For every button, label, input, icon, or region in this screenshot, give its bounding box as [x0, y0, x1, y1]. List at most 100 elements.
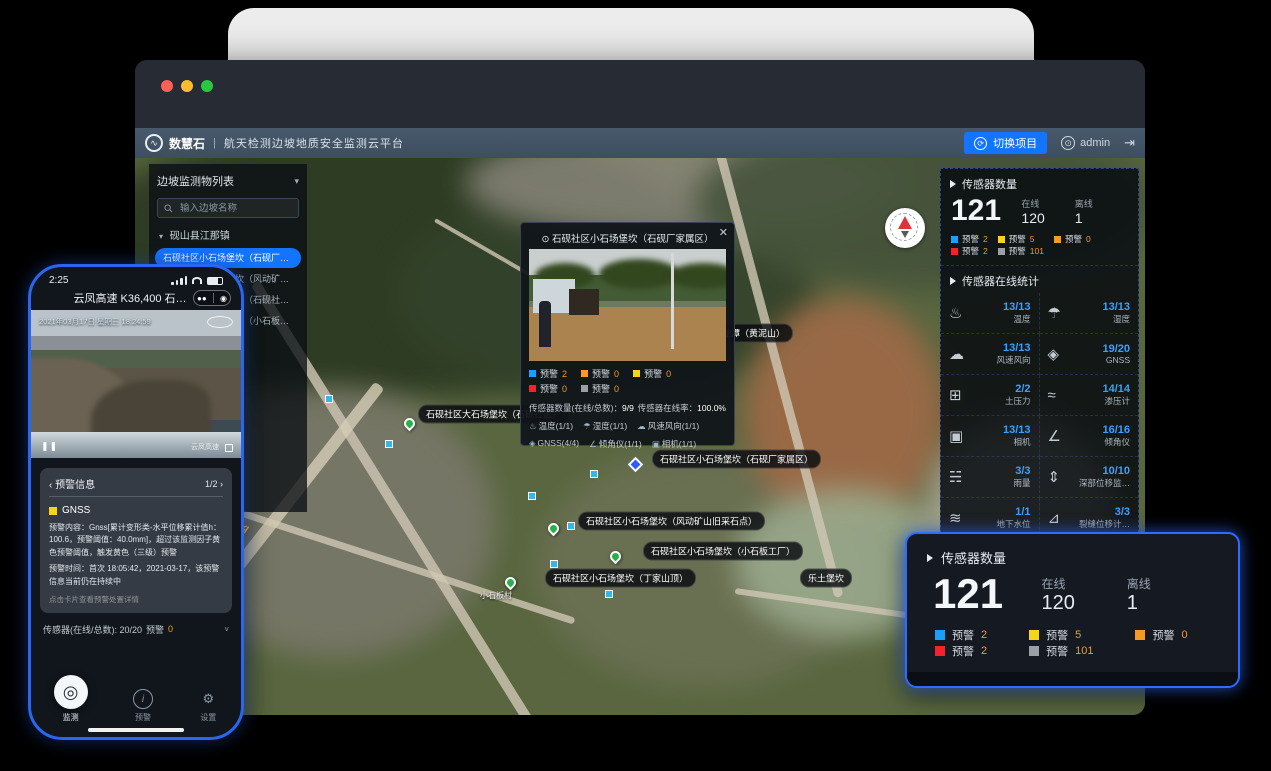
username: admin: [1080, 137, 1110, 149]
callout-alert-value: 2: [981, 629, 987, 641]
sensor-type-count: 2/2: [1005, 383, 1031, 395]
search-input[interactable]: [178, 202, 292, 215]
sensor-type-text: 3/3裂缝位移计…: [1079, 506, 1130, 530]
close-icon[interactable]: ✕: [719, 226, 728, 239]
sensor-chip: ♨温度(1/1): [529, 420, 573, 432]
map-pin-marker[interactable]: [503, 575, 519, 591]
sensor-type-cell-[interactable]: ☂ 13/13湿度: [1040, 293, 1139, 334]
sensor-type-text: 13/13风速风向: [996, 342, 1030, 366]
popup-alert-entry: 预警0: [581, 367, 619, 380]
popup-legend-column: 预警0: [633, 367, 671, 395]
online-count: 120: [1021, 210, 1074, 226]
sensor-type-cell-[interactable]: ⊞ 2/2土压力: [941, 375, 1040, 416]
slope-search-box[interactable]: [157, 198, 299, 218]
alert-prev-and-title[interactable]: ‹ 预警信息: [49, 476, 95, 491]
sensor-type-cell-GNSS[interactable]: ◈19/20GNSS: [1040, 334, 1139, 375]
chevron-down-icon[interactable]: ˅: [224, 625, 229, 634]
traffic-light-buttons[interactable]: [161, 80, 213, 92]
slope-detail-popup: ✕ ⊙ 石砚社区小石场堡坎（石砚厂家属区） 预警2预警0预警0预警0预警0 传感…: [520, 222, 735, 446]
online-stats-panel-header[interactable]: 传感器在线统计: [941, 266, 1138, 293]
sensor-count-panel-header[interactable]: 传感器数量: [941, 169, 1138, 196]
online-rate-value: 100.0%: [697, 403, 726, 413]
phone-tab-bar: ◎监测 i预警 ⚙设置: [31, 675, 241, 723]
compass-control[interactable]: [885, 208, 925, 248]
map-sensor-square-marker[interactable]: [528, 492, 536, 500]
sensor-type-cell-[interactable]: ♨13/13温度: [941, 293, 1040, 334]
sensor-type-count: 13/13: [996, 342, 1030, 354]
header-separator: |: [213, 137, 216, 149]
triangle-right-icon: [950, 180, 956, 188]
miniprogram-capsule[interactable]: ●● ◉: [193, 290, 231, 306]
callout-footer-strip: [907, 672, 1238, 686]
pause-button[interactable]: ❚❚: [41, 441, 58, 452]
alert-time-text: 预警时间：首次 18:05:42，2021-03-17，该预警信息当前仍在持续中: [49, 563, 223, 588]
traffic-light-zoom[interactable]: [201, 80, 213, 92]
brand-name: 数慧石: [169, 135, 205, 152]
map-sensor-square-marker[interactable]: [605, 590, 613, 598]
traffic-light-minimize[interactable]: [181, 80, 193, 92]
设置-tab-icon: ⚙: [198, 689, 218, 709]
sensor-type-count: 3/3: [1079, 506, 1130, 518]
more-dots-icon[interactable]: ●●: [197, 294, 207, 303]
sensor-panel-alert-label: 预警: [962, 245, 979, 257]
sensor-count-title: 传感器数量: [962, 176, 1017, 192]
popup-alert-value: 0: [614, 384, 619, 394]
sensor-count-row: 121 在线 120 离线 1: [941, 196, 1138, 226]
popup-alert-entry: 预警2: [529, 367, 567, 380]
home-indicator[interactable]: [88, 728, 184, 732]
photo-tree: [669, 263, 726, 289]
map-sensor-square-marker[interactable]: [550, 560, 558, 568]
popup-alert-entry: 预警0: [529, 382, 567, 395]
sensor-panel-alert-entry: 预警5: [998, 233, 1044, 245]
fullscreen-icon[interactable]: [225, 444, 233, 452]
user-avatar-icon: ⊙: [1061, 136, 1075, 150]
switch-project-button[interactable]: ⟳ 切换项目: [964, 132, 1047, 154]
裂缝位移计…-icon: ⊿: [1048, 509, 1070, 527]
village-name-label: 小石板村: [480, 590, 512, 601]
alert-square-icon: [1054, 236, 1061, 243]
traffic-light-close[interactable]: [161, 80, 173, 92]
sensor-chip: ☁风速风向(1/1): [637, 420, 699, 432]
sensor-type-text: 13/13相机: [1003, 424, 1031, 448]
sidebar-header[interactable]: 边坡监测物列表 ▾: [149, 168, 307, 194]
map-sensor-square-marker[interactable]: [325, 395, 333, 403]
logout-icon[interactable]: ⇥: [1124, 135, 1135, 151]
phone-tab-监测[interactable]: ◎监测: [54, 675, 88, 723]
sensor-type-count: 13/13: [1003, 301, 1031, 313]
video-watermark: 云凤高速: [191, 442, 219, 452]
雨量-icon: ☵: [949, 468, 971, 486]
sensor-type-cell-[interactable]: ≈14/14渗压计: [1040, 375, 1139, 416]
sensor-chip-label: GNSS(4/4): [538, 438, 580, 448]
live-video-player[interactable]: 2021年03月17日 星期三 18:24:59 ❚❚ 云凤高速: [31, 310, 241, 458]
user-menu[interactable]: ⊙ admin: [1061, 136, 1110, 150]
popup-title: ⊙ 石砚社区小石场堡坎（石砚厂家属区）: [529, 229, 726, 249]
sensor-type-cell-[interactable]: ☁13/13风速风向: [941, 334, 1040, 375]
湿度-icon: ☂: [1048, 304, 1070, 322]
alert-info-card[interactable]: ‹ 预警信息 1/2 › GNSS 预警内容：Gnss[累计变形类-水平位移累计…: [40, 468, 232, 613]
sensor-type-cell-[interactable]: ☵3/3雨量: [941, 457, 1040, 498]
alert-content-text: 预警内容：Gnss[累计变形类-水平位移累计值h：100.6，预警阈值：40.0…: [49, 522, 223, 559]
callout-alert-entry: 预警5: [1029, 627, 1093, 643]
sensor-type-cell-[interactable]: ▣13/13相机: [941, 416, 1040, 457]
popup-alert-legend: 预警2 预警0 预警0 预警0 预警0: [529, 367, 726, 395]
sensor-type-cell-[interactable]: ∠16/16倾角仪: [1040, 416, 1139, 457]
地下水位-icon: ≋: [949, 509, 971, 527]
sensor-type-cell-[interactable]: ⇕10/10深部位移监…: [1040, 457, 1139, 498]
土压力-icon: ⊞: [949, 386, 971, 404]
sensor-type-text: 13/13湿度: [1102, 301, 1130, 325]
gray-alert-square-icon: [998, 248, 1005, 255]
phone-tab-预警[interactable]: i预警: [133, 689, 153, 723]
map-sensor-square-marker[interactable]: [385, 440, 393, 448]
alert-square-icon: [951, 236, 958, 243]
close-target-icon[interactable]: ◉: [220, 294, 227, 303]
switch-project-label: 切换项目: [993, 135, 1037, 151]
map-sensor-square-marker[interactable]: [590, 470, 598, 478]
map-sensor-square-marker[interactable]: [567, 522, 575, 530]
popup-alert-entry: 预警0: [581, 382, 619, 395]
phone-tab-设置[interactable]: ⚙设置: [198, 689, 218, 723]
alert-pager-next[interactable]: 1/2 ›: [205, 479, 223, 489]
photo-tree: [599, 259, 679, 289]
sidebar-group-town[interactable]: ▾ 砚山县江那镇: [149, 222, 307, 247]
sensor-type-text: 2/2土压力: [1005, 383, 1031, 407]
callout-offline-count: 1: [1127, 592, 1212, 615]
